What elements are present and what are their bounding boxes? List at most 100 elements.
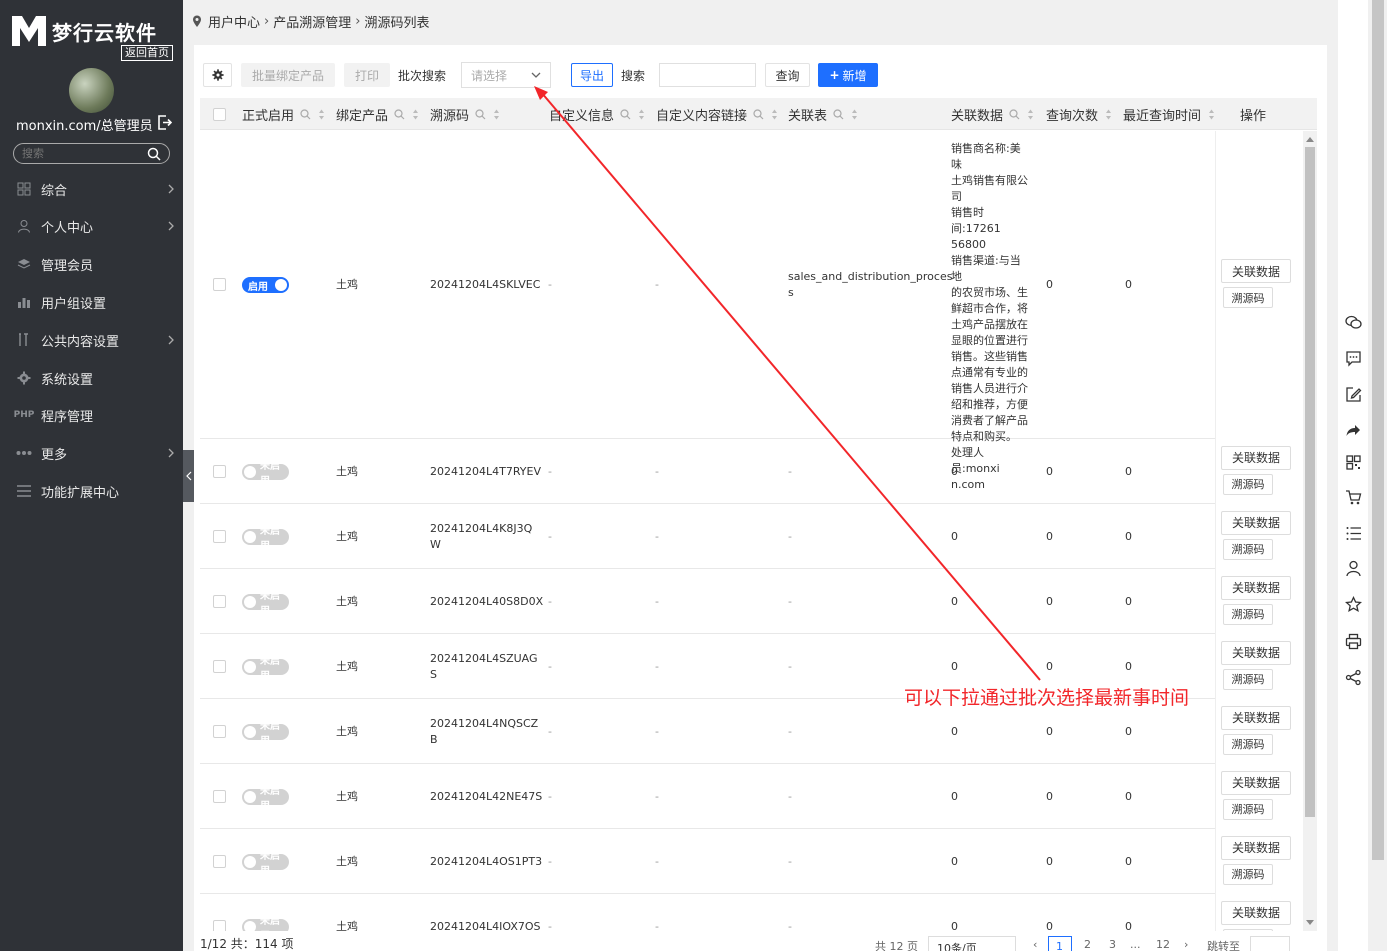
scroll-up-arrow[interactable] (1306, 137, 1314, 142)
search-input[interactable] (659, 63, 756, 87)
sort-icon[interactable] (493, 109, 500, 120)
status-toggle[interactable]: 未启用 (242, 591, 289, 617)
bound-product[interactable]: 土鸡 (336, 854, 358, 870)
export-button[interactable]: 导出 (571, 63, 613, 87)
sidebar-item-more[interactable]: 更多 (0, 438, 183, 468)
search-icon[interactable] (300, 108, 311, 120)
page-size-select[interactable]: 10条/页 (928, 936, 1016, 951)
related-data-button[interactable]: 关联数据 (1221, 900, 1291, 925)
trace-code-button[interactable]: 溯源码 (1223, 863, 1273, 885)
sort-icon[interactable] (412, 109, 419, 120)
sort-icon[interactable] (851, 109, 858, 120)
user-icon[interactable] (1345, 560, 1362, 577)
sidebar-item-public-content[interactable]: 公共内容设置 (0, 325, 183, 355)
bound-product[interactable]: 土鸡 (336, 659, 358, 675)
batch-select[interactable]: 请选择 (461, 62, 551, 88)
bound-product[interactable]: 土鸡 (336, 529, 358, 545)
row-checkbox[interactable] (213, 919, 226, 931)
search-icon[interactable] (1009, 108, 1020, 120)
scroll-thumb[interactable] (1305, 147, 1315, 817)
trace-code-button[interactable]: 溯源码 (1223, 538, 1273, 560)
related-data-button[interactable]: 关联数据 (1221, 510, 1291, 535)
page-button[interactable]: 3 (1109, 938, 1116, 951)
print-button[interactable]: 打印 (344, 63, 390, 87)
column-header[interactable]: 绑定产品 (336, 98, 419, 130)
status-toggle[interactable]: 未启用 (242, 461, 289, 487)
trace-code-button[interactable]: 溯源码 (1223, 287, 1273, 308)
search-icon[interactable] (753, 108, 764, 120)
batch-bind-product-button[interactable]: 批量绑定产品 (241, 63, 335, 87)
sort-icon[interactable] (1027, 109, 1034, 120)
bound-product[interactable]: 土鸡 (336, 594, 358, 610)
status-toggle[interactable]: 未启用 (242, 916, 289, 931)
cart-icon[interactable] (1345, 489, 1362, 506)
row-checkbox[interactable] (213, 789, 226, 803)
trace-code-button[interactable]: 溯源码 (1223, 928, 1273, 931)
sidebar-item-programs[interactable]: PHP 程序管理 (0, 400, 183, 430)
status-toggle[interactable]: 启用 (242, 277, 289, 293)
breadcrumb-item[interactable]: 用户中心 (208, 12, 260, 31)
row-checkbox[interactable] (213, 854, 226, 868)
page-scrollbar[interactable] (1369, 0, 1387, 951)
print-icon[interactable] (1345, 633, 1362, 650)
add-button[interactable]: + 新增 (818, 63, 878, 87)
breadcrumb-item[interactable]: 产品溯源管理 (273, 12, 351, 31)
status-toggle[interactable]: 未启用 (242, 656, 289, 682)
search-icon[interactable] (475, 108, 486, 120)
related-data-button[interactable]: 关联数据 (1221, 259, 1291, 283)
related-data-button[interactable]: 关联数据 (1221, 835, 1291, 860)
message-icon[interactable] (1345, 350, 1362, 367)
bound-product[interactable]: 土鸡 (336, 724, 358, 740)
trace-code-button[interactable]: 溯源码 (1223, 603, 1273, 625)
sidebar-item-personal[interactable]: 个人中心 (0, 211, 183, 241)
jump-input[interactable] (1250, 936, 1290, 951)
sidebar-collapse-toggle[interactable] (183, 450, 194, 502)
avatar[interactable] (69, 68, 114, 113)
sort-icon[interactable] (1105, 109, 1112, 120)
page-button-current[interactable]: 1 (1048, 936, 1072, 951)
status-toggle[interactable]: 未启用 (242, 786, 289, 812)
related-data-button[interactable]: 关联数据 (1221, 705, 1291, 730)
search-icon[interactable] (147, 147, 161, 161)
column-header[interactable]: 查询次数 (1046, 98, 1112, 130)
prev-page-icon[interactable]: ‹ (1033, 938, 1037, 951)
sort-icon[interactable] (1208, 109, 1215, 120)
status-toggle[interactable]: 未启用 (242, 526, 289, 552)
settings-button[interactable] (203, 63, 232, 87)
row-checkbox[interactable] (213, 278, 226, 291)
row-checkbox[interactable] (213, 659, 226, 673)
column-header[interactable]: 自定义信息 (549, 98, 645, 130)
share-arrow-icon[interactable] (1345, 422, 1362, 439)
row-checkbox[interactable] (213, 724, 226, 738)
sidebar-search[interactable] (13, 143, 170, 164)
select-all-checkbox[interactable] (213, 108, 226, 121)
search-icon[interactable] (833, 108, 844, 120)
logout-icon[interactable] (157, 115, 172, 130)
search-icon[interactable] (394, 108, 405, 120)
column-header[interactable]: 正式启用 (242, 98, 325, 130)
page-button[interactable]: 12 (1156, 938, 1170, 951)
row-checkbox[interactable] (213, 529, 226, 543)
status-toggle[interactable]: 未启用 (242, 851, 289, 877)
sidebar-search-input[interactable] (22, 147, 142, 160)
qrcode-icon[interactable] (1345, 454, 1362, 471)
related-data-button[interactable]: 关联数据 (1221, 575, 1291, 600)
star-icon[interactable] (1345, 596, 1362, 613)
wechat-icon[interactable] (1345, 314, 1362, 331)
sidebar-item-system[interactable]: 系统设置 (0, 363, 183, 393)
column-header[interactable]: 关联数据 (951, 98, 1034, 130)
trace-code-button[interactable]: 溯源码 (1223, 798, 1273, 820)
page-button[interactable]: 2 (1084, 938, 1091, 951)
query-button[interactable]: 查询 (765, 63, 810, 87)
row-checkbox[interactable] (213, 594, 226, 608)
related-data-button[interactable]: 关联数据 (1221, 770, 1291, 795)
search-icon[interactable] (620, 108, 631, 120)
related-data-button[interactable]: 关联数据 (1221, 640, 1291, 665)
sidebar-item-user-groups[interactable]: 用户组设置 (0, 287, 183, 317)
sidebar-item-overview[interactable]: 综合 (0, 174, 183, 204)
column-header[interactable]: 关联表 (788, 98, 858, 130)
edit-icon[interactable] (1345, 386, 1362, 403)
username[interactable]: monxin.com/总管理员 (16, 115, 153, 134)
column-header[interactable]: 最近查询时间 (1123, 98, 1215, 130)
related-data-button[interactable]: 关联数据 (1221, 445, 1291, 470)
